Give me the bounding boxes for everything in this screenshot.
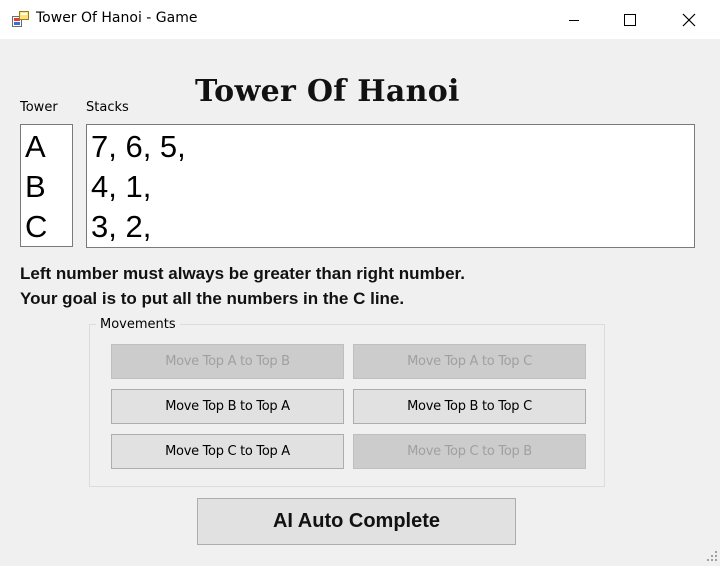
stacks-label: Stacks (86, 100, 129, 115)
tower-c: C (25, 209, 48, 244)
app-icon (12, 11, 29, 27)
move-c-to-b-button[interactable]: Move Top C to Top B (353, 434, 586, 469)
move-c-to-a-button[interactable]: Move Top C to Top A (111, 434, 344, 469)
stacks-list[interactable]: 7, 6, 5, 4, 1, 3, 2, (86, 124, 695, 248)
maximize-button[interactable] (601, 0, 659, 39)
goal-instruction: Your goal is to put all the numbers in t… (20, 289, 405, 308)
move-a-to-c-button[interactable]: Move Top A to Top C (353, 344, 586, 379)
rule-instruction: Left number must always be greater than … (20, 264, 465, 283)
stack-a: 7, 6, 5, (91, 129, 186, 164)
close-icon (682, 13, 696, 26)
tower-b: B (25, 169, 46, 204)
tower-list[interactable]: A B C (20, 124, 73, 247)
move-b-to-c-button[interactable]: Move Top B to Top C (353, 389, 586, 424)
stack-b: 4, 1, (91, 169, 152, 204)
ai-auto-complete-button[interactable]: AI Auto Complete (197, 498, 516, 545)
move-b-to-a-button[interactable]: Move Top B to Top A (111, 389, 344, 424)
stack-c: 3, 2, (91, 209, 152, 244)
title-bar: Tower Of Hanoi - Game (0, 0, 720, 39)
close-button[interactable] (660, 0, 718, 39)
movements-legend: Movements (96, 317, 180, 332)
tower-a: A (25, 129, 46, 164)
maximize-icon (624, 13, 636, 26)
move-a-to-b-button[interactable]: Move Top A to Top B (111, 344, 344, 379)
minimize-button[interactable] (545, 0, 603, 39)
minimize-icon (569, 19, 579, 21)
resize-grip-icon[interactable] (706, 547, 718, 561)
page-title: Tower Of Hanoi (195, 74, 460, 109)
window-title: Tower Of Hanoi - Game (36, 10, 198, 26)
tower-label: Tower (20, 100, 58, 115)
